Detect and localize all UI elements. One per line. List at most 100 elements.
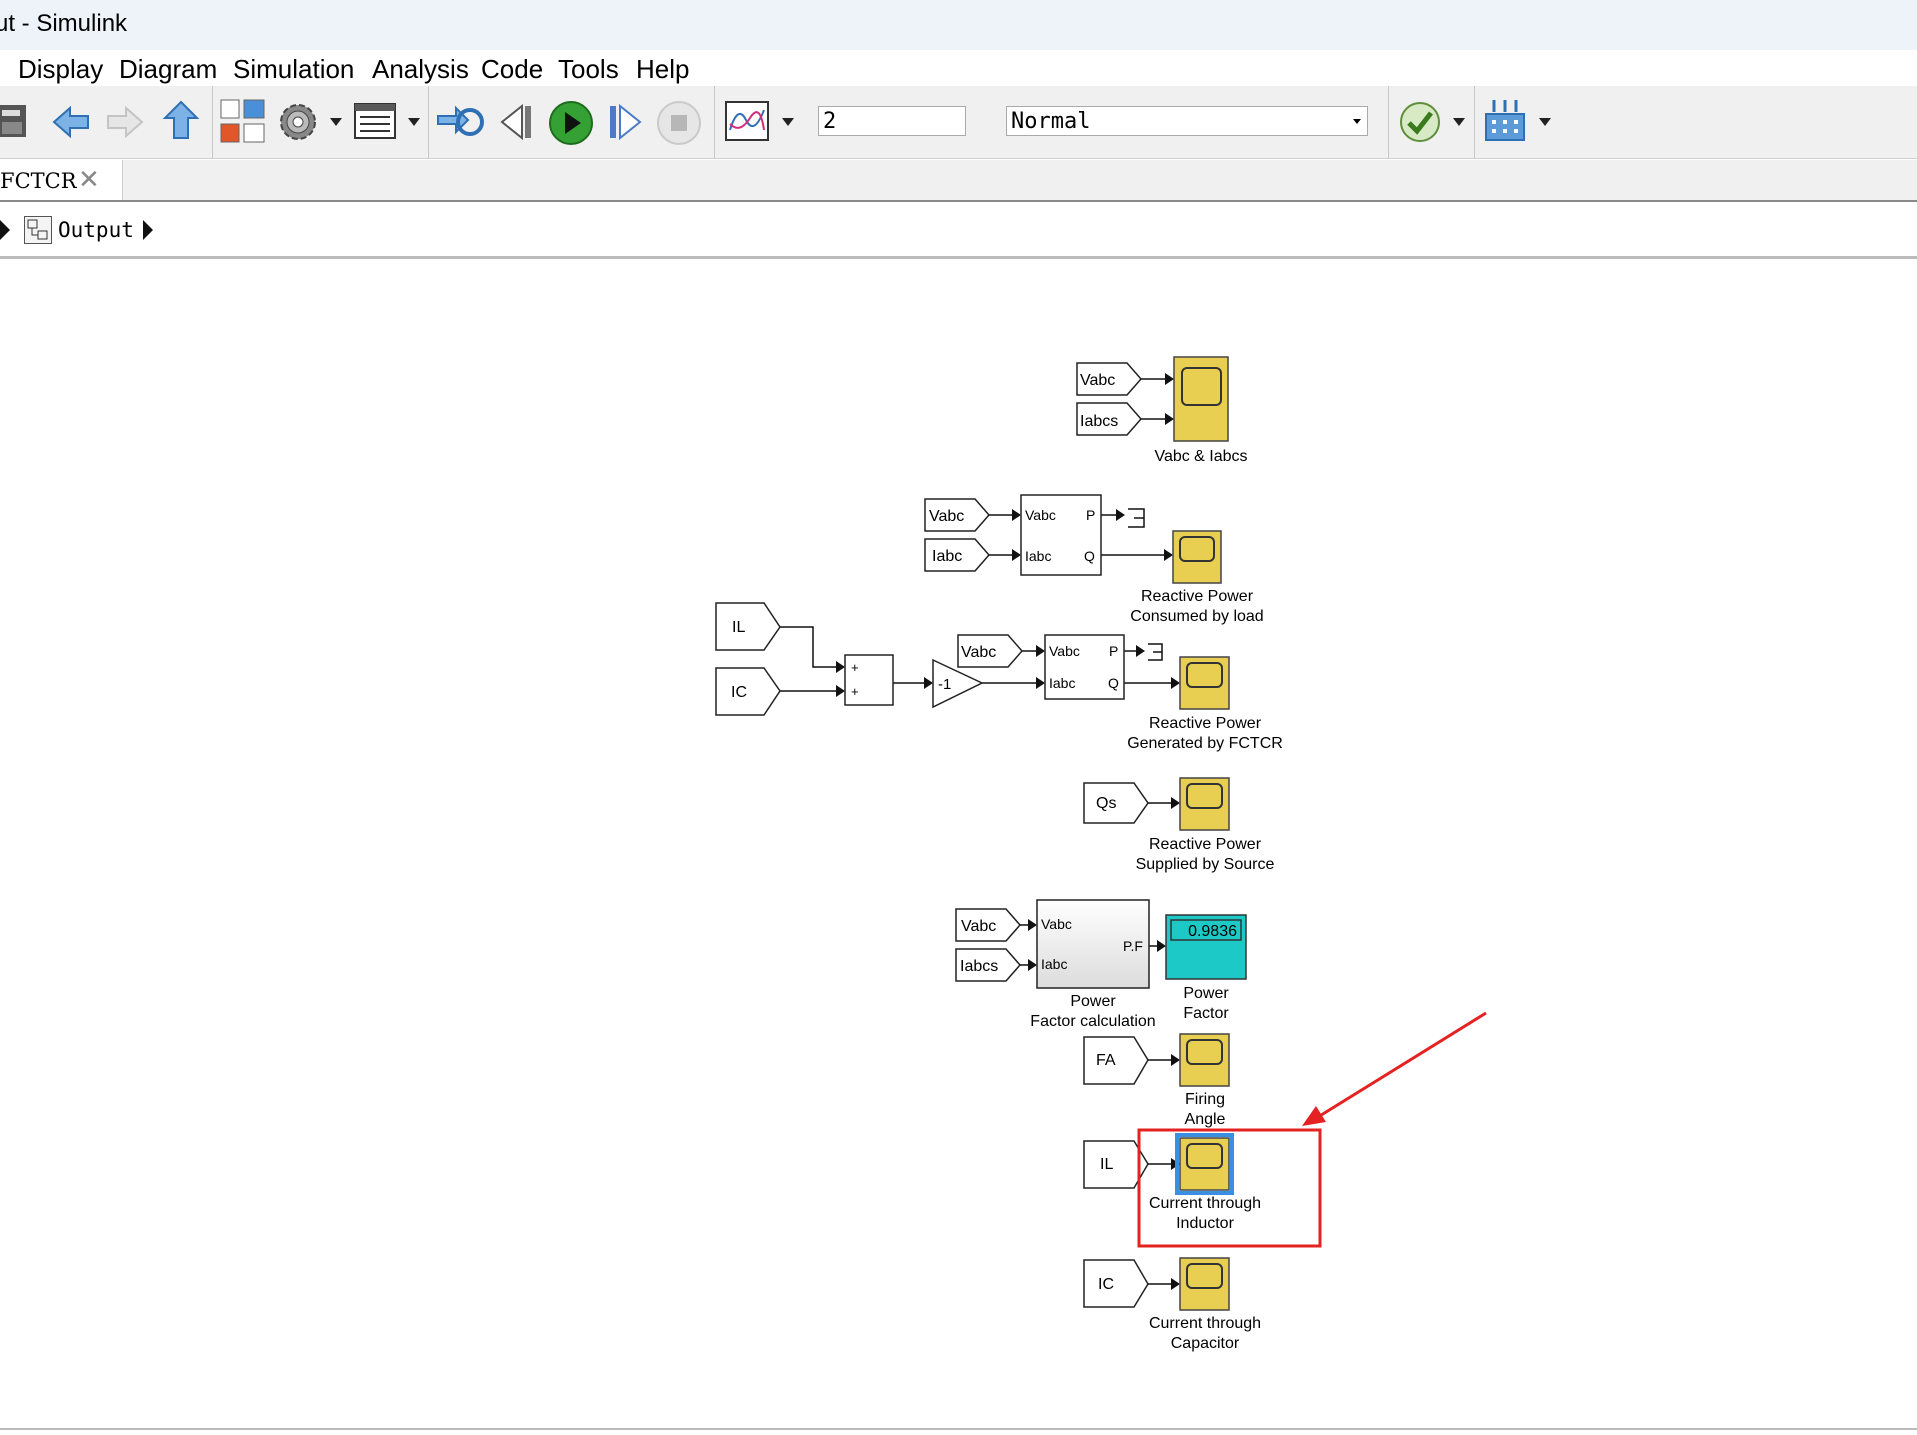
pq-measurement-fctcr[interactable]: Vabc Iabc P Q [1044,634,1125,700]
model-explorer-icon[interactable] [354,102,398,142]
scope-label: Consumed by load [1130,608,1263,625]
up-arrow-icon[interactable] [162,100,200,142]
stop-icon[interactable] [656,100,702,146]
data-inspector-icon[interactable] [724,100,772,144]
save-icon[interactable] [0,102,30,142]
svg-text:Vabc: Vabc [1025,507,1056,523]
menu-tools[interactable]: Tools [558,54,619,85]
chevron-down-icon[interactable] [782,118,794,128]
terminator-p2[interactable] [1148,643,1163,661]
scope-firing-angle[interactable] [1179,1033,1230,1087]
subsystem-icon [24,216,52,244]
menu-analysis[interactable]: Analysis [372,54,469,85]
library-browser-icon[interactable] [220,98,266,146]
run-icon[interactable] [548,100,594,146]
scope-label: Reactive Power [1149,715,1262,732]
separator [714,86,715,158]
menu-bar: Display Diagram Simulation Analysis Code… [0,50,1917,86]
scope-reactive-fctcr[interactable] [1179,656,1230,710]
chevron-right-icon[interactable] [143,220,155,240]
chevron-down-icon [1353,119,1361,124]
separator [212,86,213,158]
from-iabc-2[interactable]: Iabc [924,538,990,572]
goto-vabc-1[interactable]: Vabc [1076,362,1142,396]
sum-block[interactable]: + + [844,654,894,706]
scope-label: Reactive Power [1141,588,1254,605]
toolbar: 2 Normal [0,86,1917,159]
model-advisor-check-icon[interactable] [1398,100,1442,144]
scope-vabc-iabcs[interactable] [1173,356,1229,442]
scope-current-inductor[interactable] [1175,1133,1234,1195]
pq-measurement-load[interactable]: Vabc Iabc P Q [1020,494,1102,576]
menu-code[interactable]: Code [481,54,543,85]
from-iabcs-5[interactable]: Iabcs [955,948,1021,982]
menu-simulation[interactable]: Simulation [233,54,354,85]
from-ic-3[interactable]: IC [715,667,781,716]
svg-text:IC: IC [731,684,747,701]
goto-iabcs-1[interactable]: Iabcs [1076,402,1142,436]
from-fa[interactable]: FA [1083,1036,1149,1085]
svg-text:Vabc: Vabc [961,918,996,935]
from-vabc-3[interactable]: Vabc [957,634,1023,668]
power-factor-calculation[interactable]: Vabc Iabc P.F [1036,899,1150,989]
svg-text:P.F: P.F [1123,938,1143,954]
separator [428,86,429,158]
scope-label: Capacitor [1171,1335,1240,1352]
from-qs[interactable]: Qs [1083,782,1149,824]
scope-label: Vabc & Iabcs [1154,448,1247,465]
scope-label: Current through [1149,1195,1261,1212]
from-il-3[interactable]: IL [715,602,781,651]
forward-arrow-icon[interactable] [104,102,146,142]
signal-lines [1148,1054,1180,1066]
separator [1388,86,1389,158]
separator [1474,86,1475,158]
scope-label: Generated by FCTCR [1127,735,1283,752]
build-icon[interactable] [1484,98,1528,144]
scope-current-capacitor[interactable] [1179,1257,1230,1311]
breadcrumb-item-output[interactable]: Output [58,218,134,242]
svg-text:Vabc: Vabc [929,508,964,525]
model-config-gear-icon[interactable] [276,100,320,144]
svg-text:Q: Q [1108,675,1119,691]
svg-text:Iabcs: Iabcs [960,958,998,975]
status-bar-border [0,1428,1917,1430]
scope-label: Supplied by Source [1136,856,1275,873]
scope-label: Current through [1149,1315,1261,1332]
update-diagram-icon[interactable] [436,102,486,142]
display-label: Factor [1183,1005,1229,1022]
svg-text:FA: FA [1096,1052,1116,1069]
from-vabc-2[interactable]: Vabc [924,498,990,532]
svg-text:IC: IC [1098,1276,1114,1293]
from-vabc-5[interactable]: Vabc [955,908,1021,942]
step-back-icon[interactable] [498,102,538,144]
chevron-down-icon[interactable] [1453,118,1465,128]
chevron-down-icon[interactable] [330,118,342,128]
stop-time-input[interactable]: 2 [818,106,966,136]
display-power-factor[interactable]: 0.9836 [1165,914,1247,980]
scope-reactive-load[interactable] [1172,530,1222,584]
chevron-right-icon[interactable] [0,220,12,240]
menu-diagram[interactable]: Diagram [119,54,217,85]
svg-text:Iabc: Iabc [932,548,962,565]
svg-text:Qs: Qs [1096,795,1116,812]
step-forward-icon[interactable] [606,102,646,144]
close-icon[interactable]: ✕ [78,164,100,195]
diagram-canvas[interactable]: Vabc Iabcs Vabc & Iabcs Vabc Iabc Vabc I… [0,260,1917,1430]
svg-text:Iabc: Iabc [1049,675,1075,691]
simulation-mode-select[interactable]: Normal [1006,106,1368,136]
chevron-down-icon[interactable] [408,118,420,128]
menu-display[interactable]: Display [18,54,103,85]
menu-help[interactable]: Help [636,54,689,85]
scope-reactive-source[interactable] [1179,777,1230,831]
diagram-svg[interactable]: Vabc Iabcs Vabc & Iabcs Vabc Iabc Vabc I… [0,260,1917,1430]
from-ic-8[interactable]: IC [1083,1259,1149,1308]
chevron-down-icon[interactable] [1539,118,1551,128]
svg-text:Iabc: Iabc [1041,956,1067,972]
scope-label: Firing [1185,1091,1225,1108]
svg-text:IL: IL [732,619,745,636]
terminator-p1[interactable] [1128,508,1145,528]
svg-text:Iabc: Iabc [1025,548,1051,564]
back-arrow-icon[interactable] [50,102,92,142]
window-title: ut - Simulink [0,10,128,37]
tab-fctcr[interactable]: FCTCR ✕ [0,160,123,200]
